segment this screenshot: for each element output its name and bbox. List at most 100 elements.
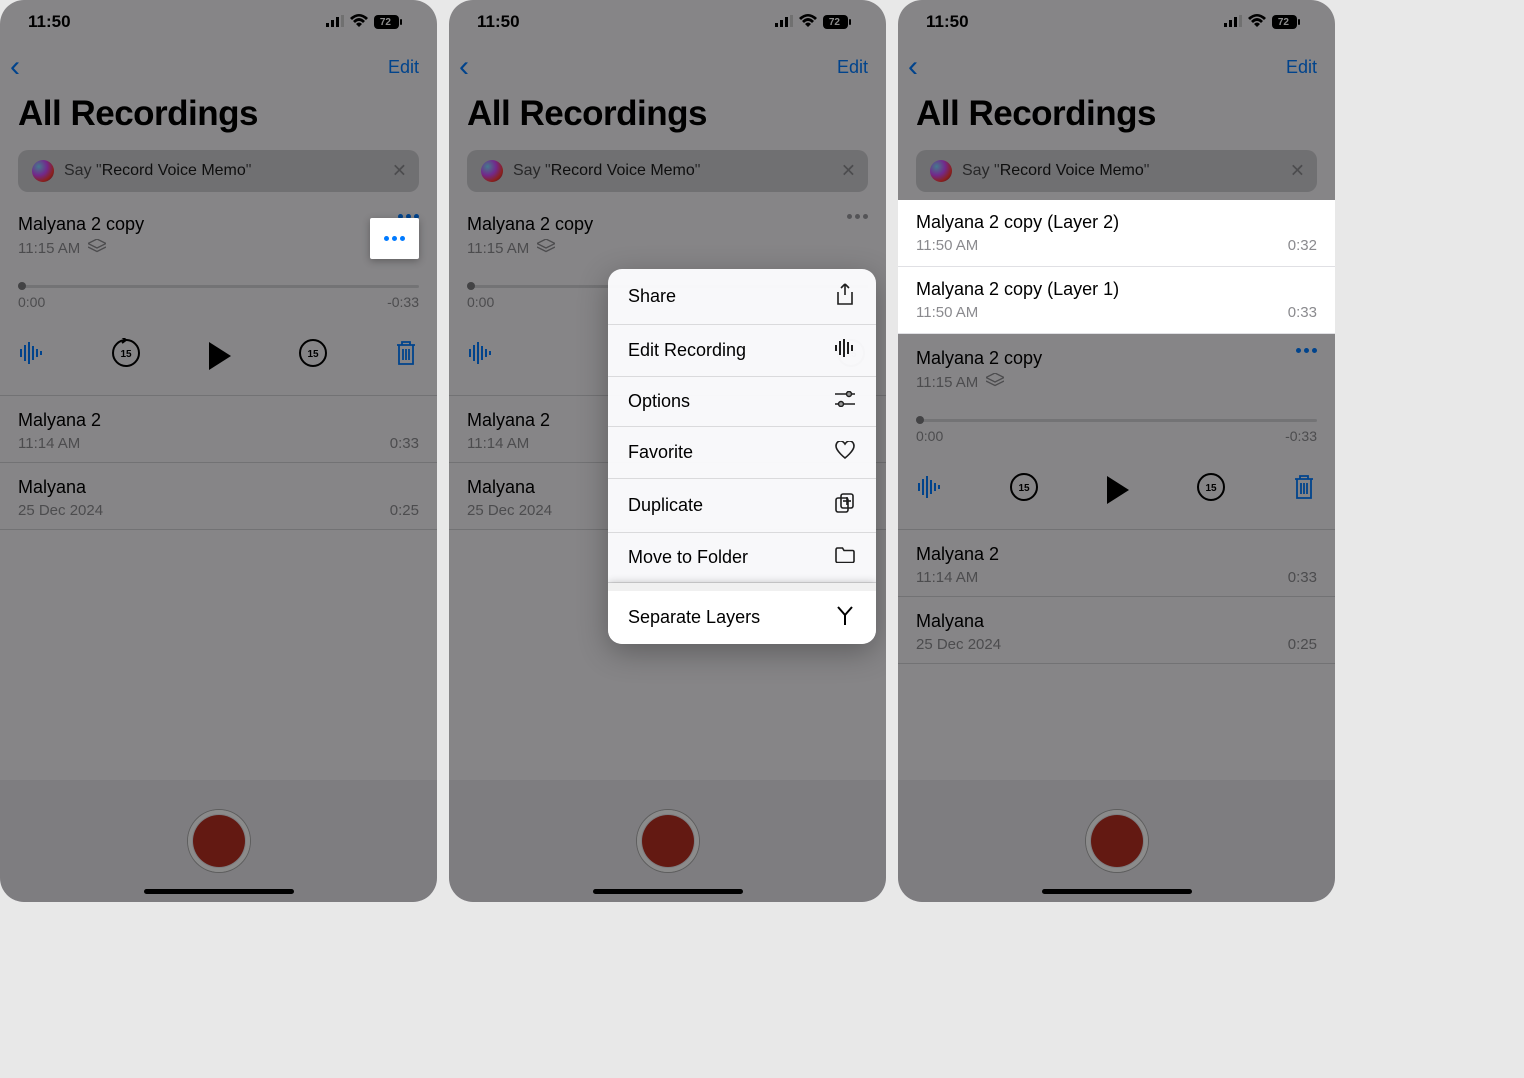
svg-text:15: 15: [121, 349, 133, 360]
recording-duration: 0:33: [1288, 569, 1317, 586]
recording-list-item[interactable]: Malyana 25 Dec 20240:25: [898, 597, 1335, 664]
layers-icon: [537, 239, 555, 257]
page-title: All Recordings: [898, 82, 1335, 142]
recording-list-item[interactable]: Malyana 2 11:14 AM0:33: [898, 530, 1335, 597]
trash-button[interactable]: [395, 340, 417, 371]
recording-duration: 0:25: [390, 502, 419, 519]
siri-icon: [32, 160, 54, 182]
menu-options[interactable]: Options: [608, 377, 876, 427]
play-button[interactable]: [1107, 476, 1129, 504]
battery-icon: 72: [823, 15, 862, 29]
recording-title: Malyana 2 copy: [467, 214, 593, 235]
recording-title: Malyana 2 copy (Layer 2): [916, 212, 1317, 233]
recording-time: 11:14 AM: [467, 435, 529, 452]
recording-title: Malyana 2 copy: [18, 214, 144, 235]
elapsed-time: 0:00: [916, 428, 943, 444]
menu-favorite[interactable]: Favorite: [608, 427, 876, 479]
edit-button[interactable]: Edit: [837, 57, 868, 78]
close-icon[interactable]: ✕: [841, 161, 856, 182]
recording-list-item[interactable]: Malyana 2 copy (Layer 2) 11:50 AM0:32: [898, 200, 1335, 267]
recording-time: 25 Dec 2024: [18, 502, 103, 519]
close-icon[interactable]: ✕: [392, 161, 407, 182]
elapsed-time: 0:00: [467, 294, 494, 310]
home-indicator[interactable]: [593, 889, 743, 894]
cellular-icon: [326, 12, 344, 32]
remaining-time: -0:33: [1285, 428, 1317, 444]
home-indicator[interactable]: [144, 889, 294, 894]
play-button[interactable]: [209, 342, 231, 370]
status-time: 11:50: [28, 12, 71, 32]
skip-back-button[interactable]: 15: [1009, 472, 1039, 507]
page-title: All Recordings: [449, 82, 886, 142]
menu-move-to-folder[interactable]: Move to Folder: [608, 533, 876, 583]
layers-icon: [986, 373, 1004, 391]
siri-text: Say "Record Voice Memo": [962, 162, 1149, 180]
cellular-icon: [775, 12, 793, 32]
back-button[interactable]: ‹: [908, 52, 918, 82]
waveform-icon[interactable]: [469, 342, 493, 369]
recording-list-item[interactable]: Malyana 2 copy (Layer 1) 11:50 AM 0:33: [898, 267, 1335, 334]
recording-list-item[interactable]: Malyana 25 Dec 2024 0:25: [0, 463, 437, 530]
share-icon: [834, 283, 856, 310]
wifi-icon: [1248, 12, 1266, 32]
recording-time: 25 Dec 2024: [916, 636, 1001, 653]
recording-time: 11:15 AM: [18, 240, 80, 257]
menu-duplicate[interactable]: Duplicate: [608, 479, 876, 533]
recording-list-item[interactable]: Malyana 2 11:14 AM0:33: [0, 396, 437, 463]
waveform-icon[interactable]: [918, 476, 942, 503]
wifi-icon: [350, 12, 368, 32]
recording-title: Malyana 2 copy (Layer 1): [916, 279, 1317, 300]
siri-icon: [930, 160, 952, 182]
siri-text: Say "Record Voice Memo": [64, 162, 251, 180]
duplicate-icon: [834, 493, 856, 518]
siri-suggestion[interactable]: Say "Record Voice Memo" ✕: [467, 150, 868, 192]
siri-icon: [481, 160, 503, 182]
recording-duration: 0:33: [1288, 304, 1317, 321]
record-button[interactable]: [637, 810, 699, 872]
siri-text: Say "Record Voice Memo": [513, 162, 700, 180]
siri-suggestion[interactable]: Say "Record Voice Memo" ✕: [18, 150, 419, 192]
svg-text:15: 15: [307, 349, 319, 360]
record-button[interactable]: [1086, 810, 1148, 872]
trash-button[interactable]: [1293, 474, 1315, 505]
back-button[interactable]: ‹: [10, 52, 20, 82]
edit-button[interactable]: Edit: [388, 57, 419, 78]
svg-text:15: 15: [1205, 483, 1217, 494]
back-button[interactable]: ‹: [459, 52, 469, 82]
sliders-icon: [834, 391, 856, 412]
recording-time: 11:50 AM: [916, 304, 978, 321]
home-indicator[interactable]: [1042, 889, 1192, 894]
more-button[interactable]: [847, 214, 868, 219]
siri-suggestion[interactable]: Say "Record Voice Memo" ✕: [916, 150, 1317, 192]
more-button[interactable]: [1296, 348, 1317, 353]
cellular-icon: [1224, 12, 1242, 32]
status-time: 11:50: [477, 12, 520, 32]
playback-scrubber[interactable]: [18, 285, 419, 288]
skip-forward-button[interactable]: 15: [298, 338, 328, 373]
record-button[interactable]: [188, 810, 250, 872]
battery-icon: 72: [1272, 15, 1311, 29]
playback-scrubber[interactable]: [916, 419, 1317, 422]
fork-icon: [834, 605, 856, 630]
edit-button[interactable]: Edit: [1286, 57, 1317, 78]
close-icon[interactable]: ✕: [1290, 161, 1305, 182]
page-title: All Recordings: [0, 82, 437, 142]
recording-time: 25 Dec 2024: [467, 502, 552, 519]
recording-title: Malyana 2 copy: [916, 348, 1042, 369]
layers-icon: [88, 239, 106, 257]
waveform-icon[interactable]: [20, 342, 44, 369]
skip-forward-button[interactable]: 15: [1196, 472, 1226, 507]
expanded-recording: Malyana 2 copy 11:15 AM 0:00-0:33 15 15: [898, 334, 1335, 530]
recording-title: Malyana: [18, 477, 419, 498]
recording-title: Malyana 2: [18, 410, 419, 431]
more-button-highlight[interactable]: [370, 218, 419, 259]
remaining-time: -0:33: [387, 294, 419, 310]
menu-edit-recording[interactable]: Edit Recording: [608, 325, 876, 377]
battery-icon: 72: [374, 15, 413, 29]
menu-share[interactable]: Share: [608, 269, 876, 325]
waveform-icon: [834, 339, 856, 362]
skip-back-button[interactable]: 15: [111, 338, 141, 373]
recording-duration: 0:25: [1288, 636, 1317, 653]
menu-separate-layers[interactable]: Separate Layers: [608, 583, 876, 644]
svg-text:15: 15: [1019, 483, 1031, 494]
